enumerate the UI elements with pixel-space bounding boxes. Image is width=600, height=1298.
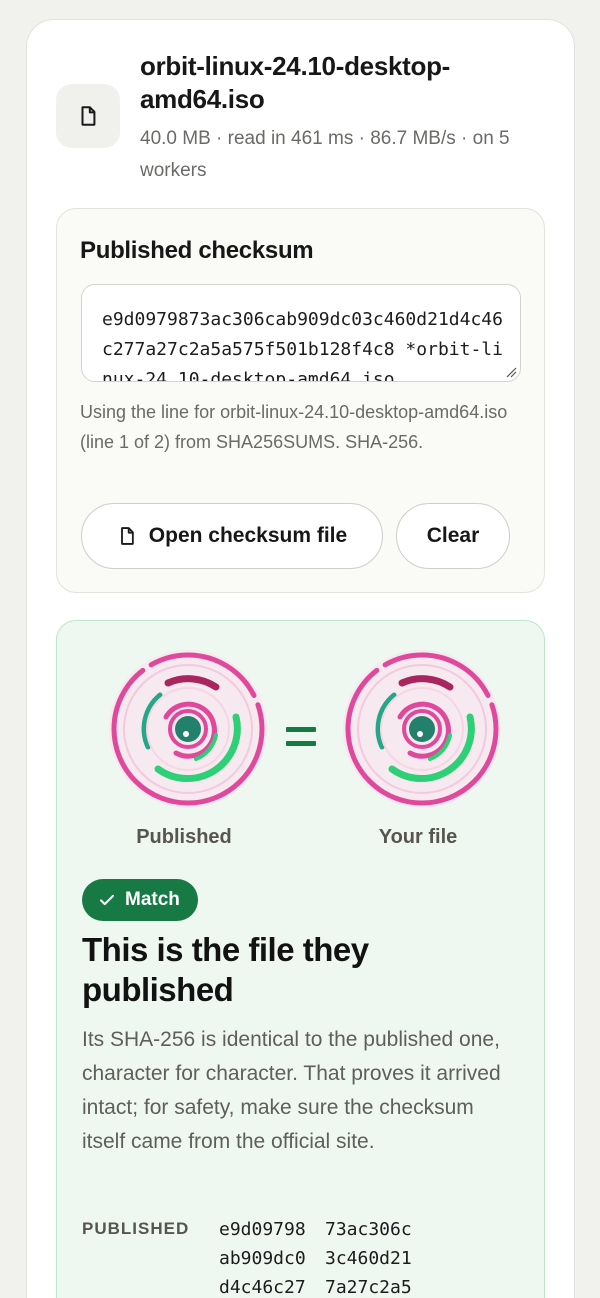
your-file-fingerprint-ring <box>343 650 501 808</box>
your-file-ring-label: Your file <box>378 826 458 848</box>
check-icon <box>100 894 114 906</box>
hash-chunk: e9d09798 <box>219 1219 306 1240</box>
result-title: This is the file they published <box>82 931 369 1008</box>
file-icon-badge <box>56 84 120 148</box>
match-status-badge: Match <box>82 879 198 921</box>
file-name: orbit-linux-24.10-desktop-amd64.iso <box>140 51 451 114</box>
checksum-text: e9d0979873ac306cab909dc03c460d21d4c46c27… <box>102 309 503 382</box>
open-checksum-file-button[interactable]: Open checksum file <box>81 503 383 569</box>
verify-card: orbit-linux-24.10-desktop-amd64.iso 40.0… <box>26 19 575 1298</box>
published-ring-label: Published <box>136 826 232 848</box>
document-icon <box>120 527 134 545</box>
published-checksum-panel: Published checksum e9d0979873ac306cab909… <box>56 208 545 593</box>
published-hash-label: PUBLISHED <box>82 1219 190 1238</box>
equals-icon <box>286 727 316 755</box>
published-checksum-title: Published checksum <box>80 237 314 264</box>
checksum-source-hint: Using the line for orbit-linux-24.10-des… <box>80 402 508 452</box>
result-description: Its SHA-256 is identical to the publishe… <box>82 1028 501 1153</box>
match-badge-label: Match <box>125 889 180 910</box>
file-meta: 40.0 MB · read in 461 ms · 86.7 MB/s · o… <box>140 128 510 181</box>
resize-grip-icon[interactable] <box>505 366 517 378</box>
hash-chunk: 3c460d21 <box>325 1248 412 1269</box>
open-checksum-file-label: Open checksum file <box>148 524 348 547</box>
checksum-textarea[interactable]: e9d0979873ac306cab909dc03c460d21d4c46c27… <box>81 284 521 382</box>
hash-chunk: 7a27c2a5 <box>325 1277 412 1298</box>
published-fingerprint-ring <box>109 650 267 808</box>
verification-result-panel: Published Your file Match This is the fi… <box>56 620 545 1298</box>
clear-button-label: Clear <box>426 524 480 547</box>
published-hash-chunks: e9d09798 73ac306c ab909dc0 3c460d21 d4c4… <box>219 1215 459 1298</box>
hash-chunk: 73ac306c <box>325 1219 412 1240</box>
hash-fingerprint-comparison: Published Your file <box>57 621 546 861</box>
hash-chunk: ab909dc0 <box>219 1248 306 1269</box>
clear-button[interactable]: Clear <box>396 503 510 569</box>
hash-chunk: d4c46c27 <box>219 1277 306 1298</box>
document-icon <box>81 106 96 126</box>
